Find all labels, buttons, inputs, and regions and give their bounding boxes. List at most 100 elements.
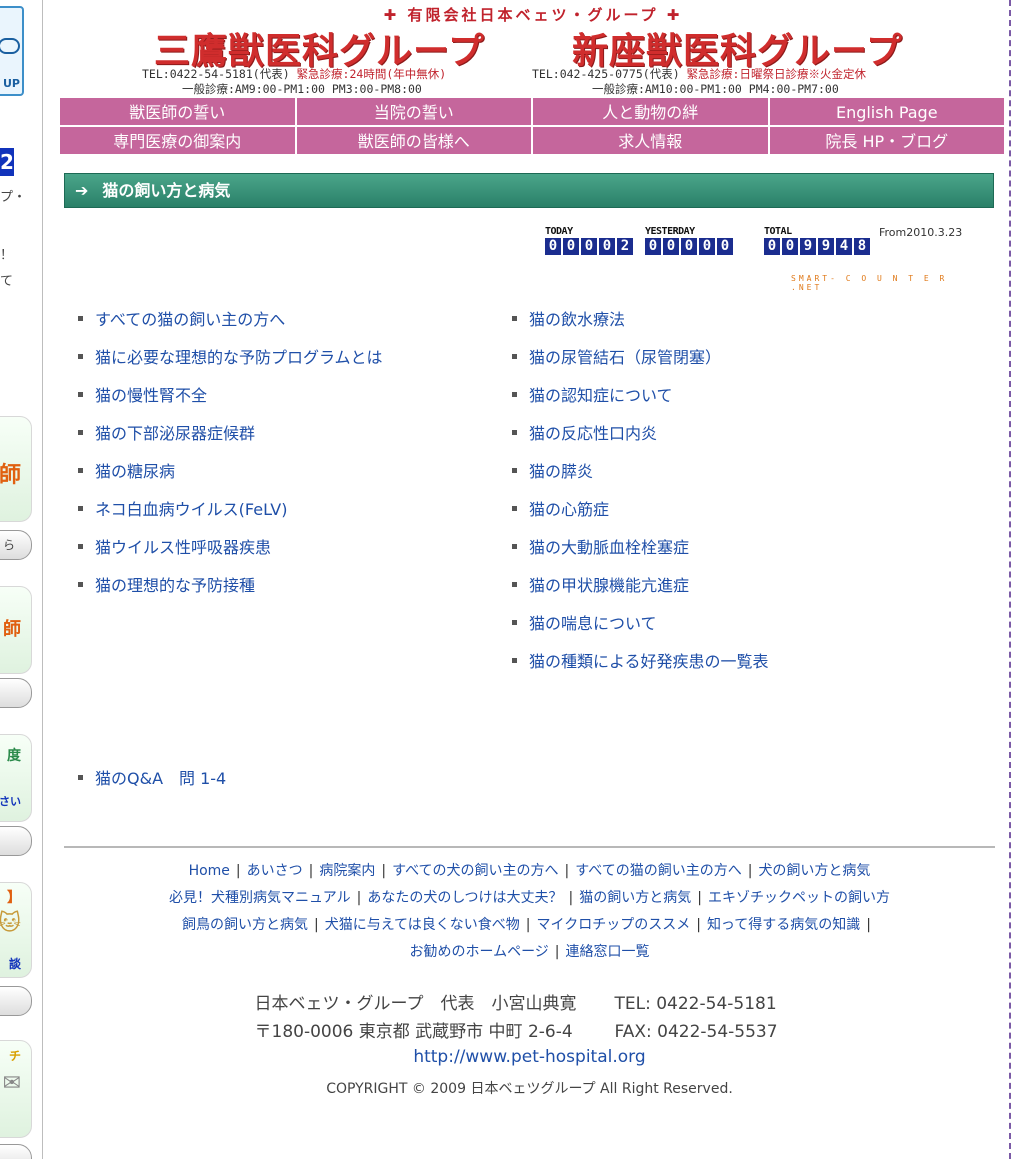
niiza-general-hours: 一般診療:AM10:00-PM1:00 PM4:00-PM7:00 bbox=[592, 82, 839, 96]
sidebar-pill-button[interactable]: ら bbox=[0, 530, 32, 560]
footer-link[interactable]: 犬猫に与えては良くない食べ物 bbox=[325, 917, 520, 933]
section-title: 猫の飼い方と病気 bbox=[102, 181, 231, 200]
cat-icon: 🐱 bbox=[0, 911, 21, 936]
address-row: 〒180-0006 東京都 武蔵野市 中町 2-6-4 FAX: 0422-54… bbox=[64, 1018, 995, 1046]
footer-link[interactable]: お勧めのホームページ bbox=[409, 944, 548, 960]
sidebar-pill-label: ら bbox=[2, 538, 15, 552]
topic-link[interactable]: 猫の膵炎 bbox=[529, 462, 593, 481]
footer-link[interactable]: すべての猫の飼い主の方へ bbox=[575, 863, 741, 879]
nav-for-vets[interactable]: 獣医師の皆様へ bbox=[296, 127, 533, 156]
footer-link[interactable]: 病院案内 bbox=[319, 863, 375, 879]
nav-director-blog[interactable]: 院長 HP・ブログ bbox=[769, 127, 1004, 156]
topic-link[interactable]: 猫の喘息について bbox=[529, 614, 657, 633]
topic-link[interactable]: 猫の反応性口内炎 bbox=[529, 424, 657, 443]
counter-digit: 0 bbox=[782, 238, 798, 255]
topic-link[interactable]: 猫の理想的な予防接種 bbox=[95, 576, 255, 595]
footer-link-home[interactable]: Home bbox=[189, 863, 230, 879]
nav-specialty-care[interactable]: 専門医療の御案内 bbox=[60, 127, 297, 156]
nav-human-animal-bond[interactable]: 人と動物の絆 bbox=[533, 98, 770, 127]
cloud-icon bbox=[0, 38, 20, 54]
sidebar-card[interactable]: 師 bbox=[0, 586, 32, 674]
cat-topics-left: すべての猫の飼い主の方へ 猫に必要な理想的な予防プログラムとは 猫の慢性腎不全 … bbox=[78, 310, 383, 614]
topic-link[interactable]: 猫の慢性腎不全 bbox=[95, 386, 207, 405]
footer-link[interactable]: エキゾチックペットの飼い方 bbox=[708, 890, 890, 906]
footer-link[interactable]: 知って得する病気の知識 bbox=[707, 917, 860, 933]
topic-link[interactable]: ネコ白血病ウイルス(FeLV) bbox=[95, 500, 287, 519]
separator: | bbox=[308, 863, 314, 879]
nav-jobs[interactable]: 求人情報 bbox=[533, 127, 770, 156]
counter-today-digits: 0 0 0 0 2 bbox=[545, 238, 635, 255]
list-item: 猫のQ&A 問 1-4 bbox=[78, 769, 226, 807]
counter-yesterday-label: YESTERDAY bbox=[645, 226, 695, 237]
nav-hospital-oath[interactable]: 当院の誓い bbox=[296, 98, 533, 127]
sidebar-card[interactable]: 度 さい bbox=[0, 734, 32, 822]
mail-icon: ✉ bbox=[2, 1071, 21, 1096]
footer-link[interactable]: 連絡窓口一覧 bbox=[566, 944, 650, 960]
sidebar-card[interactable]: 師 bbox=[0, 416, 32, 522]
footer-link[interactable]: すべての犬の飼い主の方へ bbox=[392, 863, 558, 879]
topic-link[interactable]: すべての猫の飼い主の方へ bbox=[95, 310, 285, 329]
topic-link[interactable]: 猫の尿管結石（尿管閉塞） bbox=[529, 348, 721, 367]
footer-link[interactable]: 犬の飼い方と病気 bbox=[758, 863, 870, 879]
sidebar-card[interactable]: チ ✉ bbox=[0, 1040, 32, 1138]
separator: | bbox=[866, 917, 871, 933]
mitaka-general-hours: 一般診療:AM9:00-PM1:00 PM3:00-PM8:00 bbox=[182, 82, 422, 96]
footer-link[interactable]: 猫の飼い方と病気 bbox=[579, 890, 691, 906]
cat-qa-list: 猫のQ&A 問 1-4 bbox=[78, 769, 226, 807]
topic-link[interactable]: 猫の種類による好発疾患の一覧表 bbox=[529, 652, 769, 671]
niiza-tel: TEL:042-425-0775(代表) bbox=[532, 67, 680, 81]
topic-link[interactable]: 猫の大動脈血栓栓塞症 bbox=[529, 538, 689, 557]
separator: | bbox=[554, 944, 560, 960]
topic-link[interactable]: 猫ウイルス性呼吸器疾患 bbox=[95, 538, 271, 557]
footer-links-row: 飼鳥の飼い方と病気 | 犬猫に与えては良くない食べ物 | マイクロチップのススメ | 知って… bbox=[64, 912, 995, 939]
postal-address: 〒180-0006 東京都 武蔵野市 中町 2-6-4 bbox=[254, 1022, 573, 1042]
sidebar-pill-button[interactable] bbox=[0, 986, 32, 1016]
separator: | bbox=[356, 890, 362, 906]
sidebar-pill-button[interactable] bbox=[0, 1144, 32, 1159]
footer-link[interactable]: 飼鳥の飼い方と病気 bbox=[182, 917, 308, 933]
topic-link[interactable]: 猫の糖尿病 bbox=[95, 462, 175, 481]
mitaka-contact-line1: TEL:0422-54-5181(代表) 緊急診療:24時間(年中無休) bbox=[142, 66, 446, 82]
topic-link[interactable]: 猫に必要な理想的な予防プログラムとは bbox=[95, 348, 383, 367]
topic-link[interactable]: 猫の下部泌尿器症候群 bbox=[95, 424, 255, 443]
topic-link[interactable]: 猫の心筋症 bbox=[529, 500, 609, 519]
footer-links-row: 必見！犬種別病気マニュアル | あなたの犬のしつけは大丈夫？ | 猫の飼い方と病気 | エキ… bbox=[64, 885, 995, 912]
sidebar-banner-up[interactable]: UP bbox=[0, 6, 24, 96]
square-bullet-icon bbox=[78, 775, 83, 780]
footer-link[interactable]: 必見！犬種別病気マニュアル bbox=[169, 890, 351, 906]
sidebar-pill-button[interactable] bbox=[0, 826, 32, 856]
sidebar-pill-button[interactable] bbox=[0, 678, 32, 708]
qa-link[interactable]: 猫のQ&A 問 1-4 bbox=[95, 769, 226, 788]
footer-link[interactable]: あいさつ bbox=[247, 863, 303, 879]
counter-start-date: From2010.3.23 bbox=[879, 226, 963, 239]
nav-row: 獣医師の誓い 当院の誓い 人と動物の絆 English Page bbox=[60, 98, 1004, 127]
square-bullet-icon bbox=[78, 544, 83, 549]
footer-link[interactable]: あなたの犬のしつけは大丈夫？ bbox=[367, 890, 562, 906]
square-bullet-icon bbox=[512, 392, 517, 397]
counter-digit: 4 bbox=[836, 238, 852, 255]
footer-link[interactable]: マイクロチップのススメ bbox=[536, 917, 690, 933]
square-bullet-icon bbox=[512, 468, 517, 473]
list-item: 猫の甲状腺機能亢進症 bbox=[512, 576, 769, 614]
sidebar-text: ！ bbox=[0, 248, 14, 263]
nav-vet-oath[interactable]: 獣医師の誓い bbox=[60, 98, 297, 127]
sidebar-card[interactable]: 】 🐱 談 bbox=[0, 882, 32, 978]
site-url-link[interactable]: http://www.pet-hospital.org bbox=[413, 1047, 645, 1067]
sidebar-text: プ・ bbox=[0, 190, 27, 205]
list-item: 猫の種類による好発疾患の一覧表 bbox=[512, 652, 769, 690]
square-bullet-icon bbox=[512, 354, 517, 359]
list-item: 猫の大動脈血栓栓塞症 bbox=[512, 538, 769, 576]
section-title-bar: ➔ 猫の飼い方と病気 bbox=[64, 173, 994, 208]
phone-number: TEL: 0422-54-5181 bbox=[614, 994, 777, 1014]
nav-english-page[interactable]: English Page bbox=[769, 98, 1004, 127]
counter-today-label: TODAY bbox=[545, 226, 573, 237]
topic-link[interactable]: 猫の甲状腺機能亢進症 bbox=[529, 576, 689, 595]
square-bullet-icon bbox=[512, 544, 517, 549]
sidebar-card-glyph: 師 bbox=[0, 463, 21, 488]
counter-yesterday: YESTERDAY 0 0 0 0 0 bbox=[645, 226, 735, 255]
topic-link[interactable]: 猫の飲水療法 bbox=[529, 310, 625, 329]
sidebar-card-glyph: 度 bbox=[7, 748, 21, 764]
list-item: 猫の喘息について bbox=[512, 614, 769, 652]
counter-credit-link[interactable]: SMART- C O U N T E R .NET bbox=[791, 274, 975, 292]
topic-link[interactable]: 猫の認知症について bbox=[529, 386, 673, 405]
